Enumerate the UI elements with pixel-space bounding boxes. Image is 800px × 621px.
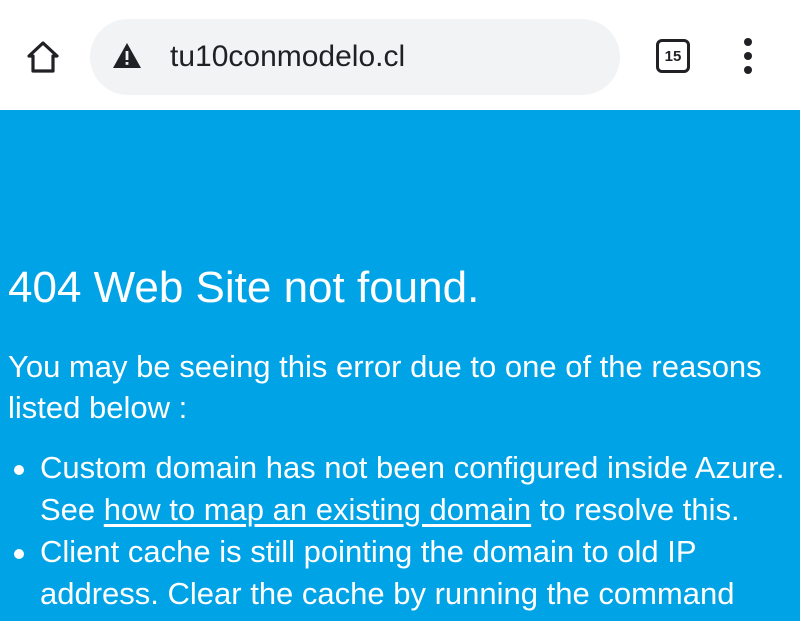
reasons-list: Custom domain has not been configured in… (0, 447, 800, 615)
list-item: Custom domain has not been configured in… (0, 447, 800, 531)
home-button[interactable] (22, 36, 64, 78)
address-bar[interactable]: tu10conmodelo.cl (90, 19, 620, 95)
reason-text-suffix: to resolve this. (531, 492, 740, 527)
home-icon (27, 41, 59, 73)
bullet (14, 465, 24, 475)
more-menu-button[interactable] (732, 36, 764, 76)
tab-switcher-button[interactable]: 15 (656, 39, 690, 73)
intro-text: You may be seeing this error due to one … (8, 349, 762, 425)
tab-count: 15 (664, 47, 682, 65)
browser-toolbar: tu10conmodelo.cl 15 (0, 0, 800, 110)
list-item: Client cache is still pointing the domai… (0, 531, 800, 615)
page-title: 404 Web Site not found. (8, 263, 480, 312)
reason-text: Client cache is still pointing the domai… (40, 534, 735, 611)
url-text: tu10conmodelo.cl (170, 40, 406, 73)
warning-triangle-icon[interactable] (112, 41, 142, 71)
map-domain-link[interactable]: how to map an existing domain (104, 492, 531, 527)
bullet (14, 549, 24, 559)
error-page: 404 Web Site not found. You may be seein… (0, 110, 800, 621)
